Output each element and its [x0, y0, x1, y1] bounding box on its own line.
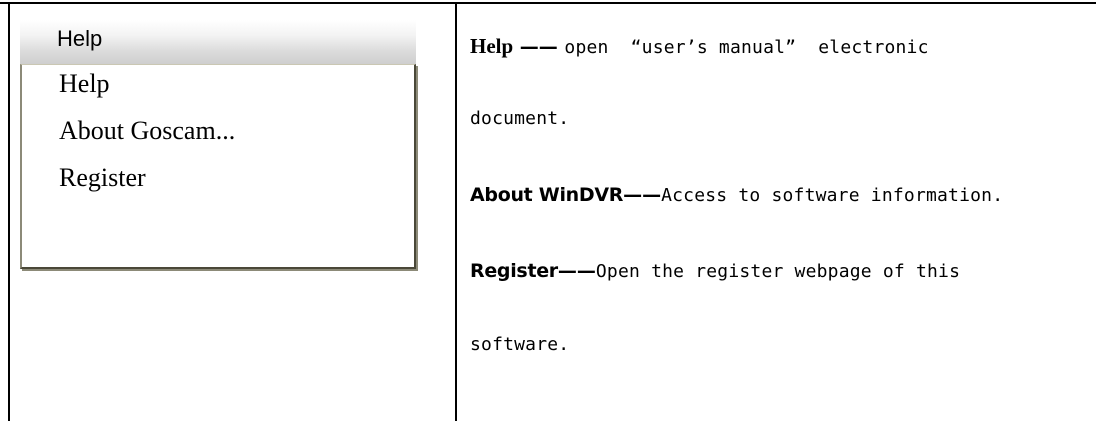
menu-item-about[interactable]: About Goscam... [59, 116, 235, 146]
register-text-2: software. [470, 334, 570, 355]
menu-bar: Help [20, 20, 416, 64]
help-description-line-2: document. [470, 108, 569, 129]
document-table: Help Help About Goscam... Register Help … [0, 0, 1096, 421]
register-description-line-2: software. [470, 334, 569, 355]
register-text-1: Open the register webpage of this [595, 261, 961, 282]
about-text: Access to software information. [661, 185, 1004, 206]
help-dash: —— [513, 36, 565, 58]
menu-item-help[interactable]: Help [59, 69, 110, 99]
help-term: Help [470, 34, 514, 58]
help-description-line-1: Help —— open “user’s manual” electronic [470, 34, 929, 59]
help-text-1: open “user’s manual” electronic [564, 37, 929, 58]
register-description-line-1: Register——Open the register webpage of t… [470, 260, 960, 282]
about-description-line: About WinDVR——Access to software informa… [470, 184, 1003, 206]
help-menu-screenshot: Help Help About Goscam... Register [20, 20, 416, 269]
menu-item-register[interactable]: Register [59, 163, 146, 193]
help-dropdown: Help About Goscam... Register [20, 64, 416, 269]
help-text-2: document. [470, 108, 570, 129]
about-dash: —— [623, 184, 662, 206]
table-left-border [8, 2, 10, 421]
table-top-border [0, 2, 1096, 4]
menu-bar-help[interactable]: Help [57, 26, 102, 52]
register-term: Register [470, 260, 558, 282]
register-dash: —— [557, 260, 596, 282]
table-column-divider [455, 2, 457, 421]
about-term: About WinDVR [470, 184, 624, 206]
